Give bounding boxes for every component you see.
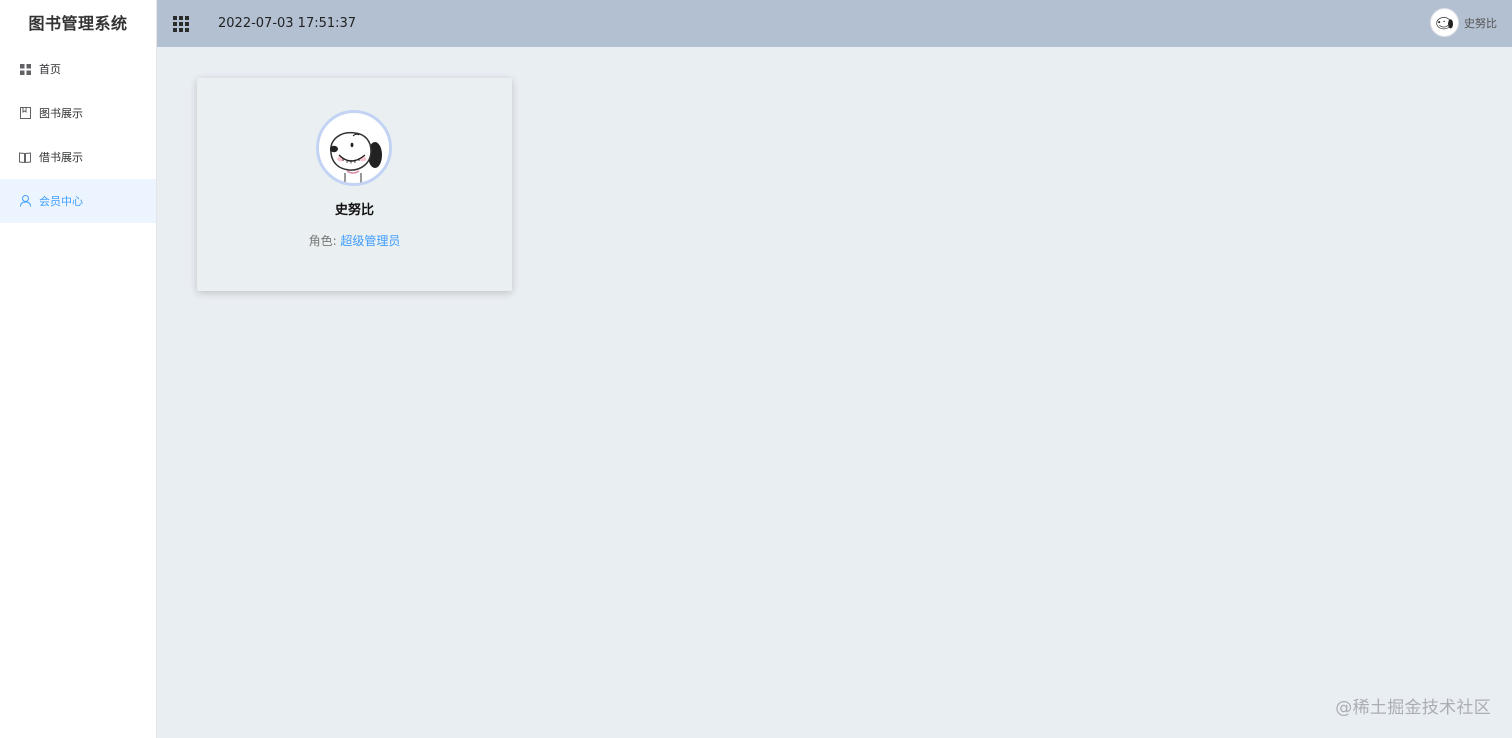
snoopy-avatar-icon (316, 110, 392, 186)
grid-icon (19, 63, 31, 75)
role-value: 超级管理员 (340, 234, 401, 248)
sidebar-item-label: 图书展示 (39, 107, 83, 120)
sidebar-item-home[interactable]: 首页 (0, 47, 156, 91)
sidebar-item-label: 首页 (39, 63, 61, 76)
profile-card: 史努比 角色: 超级管理员 (197, 78, 512, 291)
role-label: 角色: (308, 234, 341, 248)
sidebar-item-member-center[interactable]: 会员中心 (0, 179, 156, 223)
sidebar-item-books[interactable]: 图书展示 (0, 91, 156, 135)
sidebar-item-label: 会员中心 (39, 195, 83, 208)
top-header: 2022-07-03 17:51:37 史努比 (157, 0, 1512, 47)
book-icon (19, 107, 31, 119)
apps-grid-icon[interactable] (173, 15, 189, 32)
sidebar-item-label: 借书展示 (39, 151, 83, 164)
main-content: 史努比 角色: 超级管理员 @稀土掘金技术社区 (157, 47, 1512, 738)
app-root: 图书管理系统 首页 图书展示 借书展示 会员中心 2022-07-03 17:5… (0, 0, 1512, 738)
snoopy-avatar-icon[interactable] (1430, 8, 1459, 37)
user-icon (19, 195, 31, 207)
open-book-icon (19, 151, 31, 163)
watermark-text: @稀土掘金技术社区 (1335, 698, 1491, 718)
sidebar: 图书管理系统 首页 图书展示 借书展示 会员中心 (0, 0, 157, 738)
app-title: 图书管理系统 (28, 14, 128, 33)
profile-role: 角色: 超级管理员 (197, 232, 512, 249)
header-username[interactable]: 史努比 (1464, 15, 1497, 31)
datetime-display: 2022-07-03 17:51:37 (218, 16, 357, 31)
profile-name: 史努比 (334, 203, 374, 218)
sidebar-item-borrow[interactable]: 借书展示 (0, 135, 156, 179)
user-menu[interactable]: 史努比 (1430, 8, 1497, 37)
